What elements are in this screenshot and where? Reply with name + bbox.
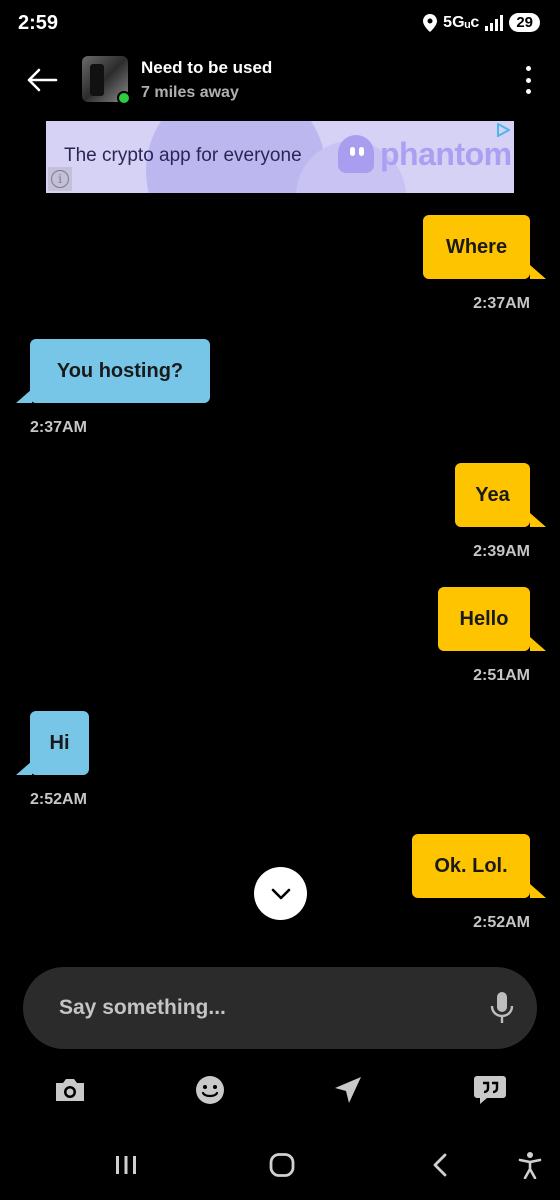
back-nav-button[interactable]	[420, 1148, 460, 1182]
message-text: Ok. Lol.	[434, 854, 508, 877]
message-text: Where	[445, 235, 508, 258]
ad-choices-icon[interactable]	[496, 123, 510, 137]
status-bar: 2:59 5Gᵤᴄ 29	[0, 0, 560, 48]
back-icon	[433, 1153, 447, 1177]
message-bubble-received[interactable]: You hosting?	[30, 339, 210, 403]
bubble-tail	[530, 884, 546, 898]
recent-apps-icon	[116, 1156, 136, 1174]
home-icon	[269, 1153, 295, 1177]
message-text: You hosting?	[56, 359, 184, 382]
quick-replies-icon	[474, 1076, 506, 1104]
message-text: Hello	[459, 607, 509, 630]
status-time: 2:59	[18, 12, 59, 34]
network-type: 5Gᵤᴄ	[443, 13, 480, 31]
bubble-tail	[16, 389, 32, 403]
bubble-tail	[530, 637, 546, 651]
status-indicators: 5Gᵤᴄ 29	[423, 13, 540, 32]
bubble-tail	[530, 513, 546, 527]
recent-apps-button[interactable]	[106, 1148, 146, 1182]
ad-logo: phantom	[338, 135, 512, 173]
message-bubble-sent[interactable]: Where	[423, 215, 530, 279]
arrow-left-icon	[27, 68, 58, 92]
message-text: Hi	[49, 731, 70, 754]
message-bubble-sent[interactable]: Yea	[455, 463, 530, 527]
message-time: 2:37AM	[473, 295, 530, 312]
message-time: 2:51AM	[473, 667, 530, 684]
microphone-icon[interactable]	[489, 991, 515, 1025]
ghost-icon	[338, 135, 374, 173]
quick-replies-button[interactable]	[470, 1070, 510, 1110]
message-bubble-sent[interactable]: Ok. Lol.	[412, 834, 530, 898]
scroll-to-bottom-button[interactable]	[254, 867, 307, 920]
camera-button[interactable]	[50, 1070, 90, 1110]
message-time: 2:52AM	[30, 791, 87, 808]
message-input[interactable]	[59, 987, 479, 1029]
location-icon	[335, 1077, 361, 1103]
ad-text: The crypto app for everyone	[64, 145, 302, 166]
ad-info-button[interactable]: i	[48, 167, 72, 191]
composer-toolbar	[0, 1070, 560, 1110]
message-time: 2:52AM	[473, 914, 530, 931]
bubble-tail	[530, 265, 546, 279]
online-status-dot	[117, 91, 131, 105]
home-button[interactable]	[262, 1148, 302, 1182]
accessibility-icon	[518, 1152, 542, 1179]
message-time: 2:39AM	[473, 543, 530, 560]
ad-banner[interactable]: The crypto app for everyone phantom i	[46, 121, 514, 193]
message-bubble-sent[interactable]: Hello	[438, 587, 530, 651]
emoji-button[interactable]	[190, 1070, 230, 1110]
contact-name[interactable]: Need to be used	[141, 58, 272, 78]
signal-icon	[485, 14, 504, 31]
ad-brand: phantom	[380, 135, 512, 172]
location-pin-icon	[423, 13, 438, 32]
info-icon: i	[51, 170, 69, 188]
message-bubble-received[interactable]: Hi	[30, 711, 89, 775]
overflow-menu-button[interactable]	[518, 64, 538, 96]
chat-header: Need to be used 7 miles away	[0, 52, 560, 108]
back-button[interactable]	[22, 62, 62, 98]
message-time: 2:37AM	[30, 419, 87, 436]
emoji-icon	[196, 1076, 224, 1104]
bubble-tail	[16, 761, 32, 775]
system-nav-bar	[0, 1140, 560, 1190]
contact-distance: 7 miles away	[141, 84, 239, 101]
battery-indicator: 29	[509, 13, 540, 32]
message-text: Yea	[475, 483, 510, 506]
camera-icon	[56, 1079, 84, 1101]
accessibility-button[interactable]	[510, 1148, 550, 1182]
message-composer	[23, 967, 537, 1049]
chevron-down-icon	[271, 888, 290, 899]
location-button[interactable]	[328, 1070, 368, 1110]
